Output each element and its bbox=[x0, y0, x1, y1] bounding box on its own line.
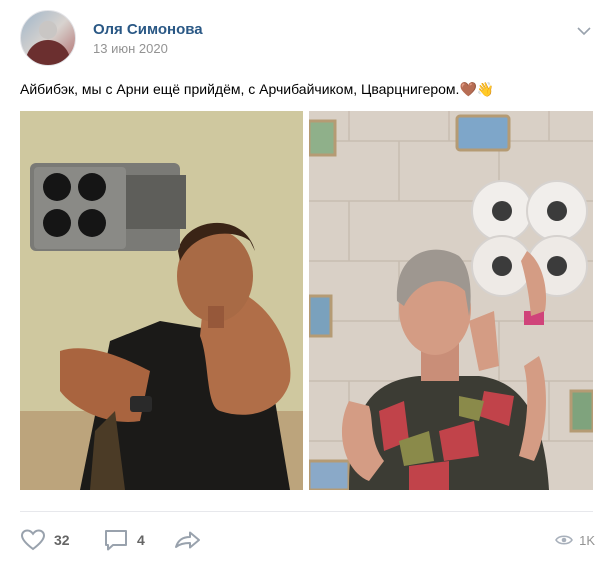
photo-woman-with-toilet-paper[interactable] bbox=[309, 111, 593, 490]
like-count: 32 bbox=[54, 532, 70, 548]
views-count: 1K bbox=[579, 532, 595, 548]
post-date[interactable]: 13 июн 2020 bbox=[93, 41, 168, 56]
views-counter: 1K bbox=[555, 526, 595, 554]
post-text-body: Айбибэк, мы с Арни ещё прийдём, с Арчиба… bbox=[20, 81, 460, 97]
photo-woman-with-toilet-paper-illustration bbox=[309, 111, 593, 490]
actions-divider bbox=[20, 511, 593, 512]
comment-icon bbox=[105, 530, 127, 551]
chevron-down-icon[interactable] bbox=[577, 26, 591, 36]
like-button[interactable]: 32 bbox=[20, 526, 70, 554]
heart-icon bbox=[20, 529, 46, 551]
photo-man-with-launcher[interactable] bbox=[20, 111, 303, 490]
eye-icon bbox=[555, 535, 574, 545]
post-actions: 32 4 1K bbox=[20, 526, 595, 554]
waving-hand-emoji: 👋 bbox=[476, 81, 495, 97]
share-icon bbox=[175, 531, 200, 549]
post-header: Оля Симонова 13 июн 2020 bbox=[20, 10, 595, 66]
post-text: Айбибэк, мы с Арни ещё прийдём, с Арчиба… bbox=[20, 80, 494, 99]
author-name[interactable]: Оля Симонова bbox=[93, 21, 203, 38]
comment-button[interactable]: 4 bbox=[103, 526, 145, 554]
brown-heart-emoji: 🤎 bbox=[459, 81, 477, 97]
share-button[interactable] bbox=[173, 526, 203, 554]
avatar[interactable] bbox=[20, 10, 76, 66]
photo-man-with-launcher-illustration bbox=[20, 111, 303, 490]
comment-count: 4 bbox=[137, 532, 145, 548]
